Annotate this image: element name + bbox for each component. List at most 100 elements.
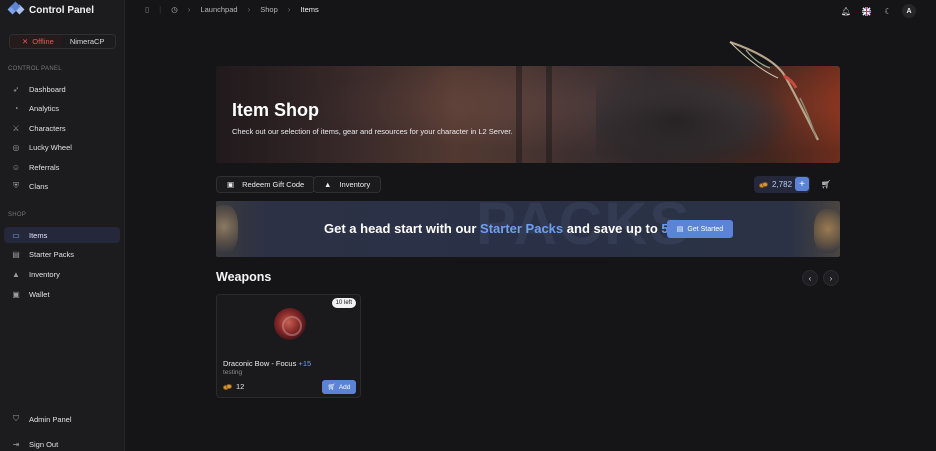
sidebar-item-label: Wallet: [29, 289, 50, 299]
breadcrumb-shop[interactable]: Shop: [260, 5, 278, 14]
top-bar: ▯ | ◷ › Launchpad › Shop › Items 🔔︎ ☾ A: [125, 0, 936, 23]
chevron-right-icon: ›: [829, 273, 833, 283]
enchant-level: +15: [298, 359, 312, 368]
sign-out-icon: ⇥: [12, 439, 20, 449]
sidebar-item-lucky-wheel[interactable]: ◎ Lucky Wheel: [4, 139, 120, 155]
sidebar-item-dashboard[interactable]: ➶ Dashboard: [4, 81, 120, 97]
cart-button[interactable]: 🛒︎: [818, 177, 834, 192]
chevron-right-icon: ›: [287, 5, 291, 14]
sidebar-item-characters[interactable]: ⚔ Characters: [4, 120, 120, 136]
moon-icon[interactable]: ☾: [882, 5, 894, 17]
get-started-button[interactable]: ▤ Get Started: [667, 220, 733, 238]
sidebar-item-label: Clans: [29, 181, 49, 191]
redeem-label: Redeem Gift Code: [242, 180, 305, 189]
sidebar: Control Panel ✕ Offline NimeraCP CONTROL…: [0, 0, 125, 451]
item-name: Draconic Bow - Focus +15: [223, 359, 312, 368]
sign-out-label: Sign Out: [29, 439, 59, 449]
redeem-gift-code-button[interactable]: ▣ Redeem Gift Code: [216, 176, 316, 193]
chevron-right-icon: ›: [187, 5, 191, 14]
inventory-button[interactable]: ▲ Inventory: [313, 176, 382, 193]
item-price: 12: [223, 382, 244, 391]
history-icon[interactable]: ◷: [171, 5, 178, 14]
section-label-shop: SHOP: [8, 212, 27, 218]
rocket-icon: ➶: [12, 84, 20, 94]
item-subtitle: testing: [223, 369, 243, 376]
scroll-right-button[interactable]: ›: [823, 270, 839, 286]
item-image: [274, 308, 306, 340]
product-card[interactable]: 10 left Draconic Bow - Focus +15 testing…: [216, 294, 361, 398]
add-label: Add: [338, 383, 351, 391]
server-status[interactable]: ✕ Offline NimeraCP: [9, 34, 116, 49]
sidebar-item-label: Characters: [29, 123, 66, 133]
sidebar-item-label: Items: [29, 230, 48, 240]
cart-icon: 🛒︎: [820, 180, 832, 189]
coin-icon: [759, 181, 768, 188]
promo-highlight-starter-packs[interactable]: Starter Packs: [480, 221, 563, 236]
avatar[interactable]: A: [902, 4, 916, 18]
add-funds-button[interactable]: +: [795, 177, 809, 191]
shield-icon: ⛉: [13, 414, 19, 423]
bag-icon: ▲: [324, 180, 332, 189]
logo-icon: [7, 1, 25, 17]
sidebar-item-starter-packs[interactable]: ▤ Starter Packs: [4, 246, 120, 262]
sidebar-item-inventory[interactable]: ▲ Inventory: [4, 266, 120, 282]
inventory-label: Inventory: [339, 180, 371, 189]
mask-artwork-right: [814, 209, 840, 253]
hero-description: Check out our selection of items, gear a…: [232, 127, 513, 136]
breadcrumb-items: Items: [300, 5, 319, 14]
starter-packs-banner: PACKS Get a head start with our Starter …: [216, 201, 840, 257]
app-title: Control Panel: [29, 4, 95, 16]
get-started-label: Get Started: [687, 225, 724, 233]
gift-icon: ▣: [227, 180, 235, 189]
page-title: Item Shop: [232, 100, 320, 120]
scroll-left-button[interactable]: ‹: [802, 270, 818, 286]
sidebar-item-items[interactable]: ▭ Items: [4, 227, 120, 243]
sidebar-toggle-icon[interactable]: ▯: [145, 5, 149, 14]
close-icon: ✕: [22, 37, 29, 46]
sidebar-item-label: Inventory: [29, 269, 60, 279]
sidebar-item-label: Analytics: [29, 103, 60, 113]
admin-panel-link[interactable]: ⛉ Admin Panel: [4, 411, 120, 427]
pack-icon: ▤: [12, 249, 20, 259]
coin-icon: [223, 383, 232, 390]
chevron-right-icon: ›: [247, 5, 251, 14]
wheel-icon: ◎: [12, 142, 20, 152]
characters-icon: ⚔: [12, 123, 20, 133]
items-icon: ▭: [12, 230, 20, 240]
wallet-icon: ▣: [12, 289, 20, 299]
sidebar-item-clans[interactable]: ⛨ Clans: [4, 178, 120, 194]
breadcrumb-launchpad[interactable]: Launchpad: [200, 5, 237, 14]
add-to-cart-button[interactable]: 🛒︎ Add: [322, 380, 356, 394]
bell-icon[interactable]: 🔔︎: [840, 5, 852, 17]
status-label: Offline: [32, 37, 54, 46]
breadcrumb: ▯ | ◷ › Launchpad › Shop › Items: [145, 5, 319, 14]
offline-status: ✕ Offline: [10, 35, 62, 48]
shield-icon: ⛨: [13, 181, 19, 190]
sidebar-item-wallet[interactable]: ▣ Wallet: [4, 286, 120, 302]
sign-out-button[interactable]: ⇥ Sign Out: [4, 436, 120, 451]
bow-artwork: [729, 40, 819, 141]
balance-value: 2,782: [772, 180, 793, 189]
price-value: 12: [236, 382, 245, 391]
sidebar-item-label: Referrals: [29, 162, 60, 172]
bag-icon: ▲: [12, 269, 20, 279]
promo-headline: Get a head start with our Starter Packs …: [324, 221, 692, 236]
brand[interactable]: Control Panel: [7, 1, 95, 17]
cart-icon: 🛒︎: [327, 384, 336, 391]
chevron-left-icon: ‹: [808, 273, 812, 283]
section-label-control: CONTROL PANEL: [8, 66, 62, 72]
sidebar-item-label: Starter Packs: [29, 249, 75, 259]
language-flag-icon[interactable]: [860, 5, 872, 17]
referrals-icon: ☺: [11, 162, 21, 172]
sidebar-item-referrals[interactable]: ☺ Referrals: [4, 159, 120, 175]
weapons-section-title: Weapons: [216, 270, 272, 284]
mask-artwork-left: [216, 205, 238, 253]
sidebar-item-label: Lucky Wheel: [29, 142, 72, 152]
sidebar-item-analytics[interactable]: ◔ Analytics: [4, 100, 120, 116]
sidebar-item-label: Dashboard: [29, 84, 66, 94]
pack-icon: ▤: [676, 226, 684, 233]
chart-icon: ◔: [13, 103, 19, 113]
server-name: NimeraCP: [69, 37, 105, 46]
stock-badge: 10 left: [331, 298, 356, 308]
admin-panel-label: Admin Panel: [29, 414, 72, 424]
